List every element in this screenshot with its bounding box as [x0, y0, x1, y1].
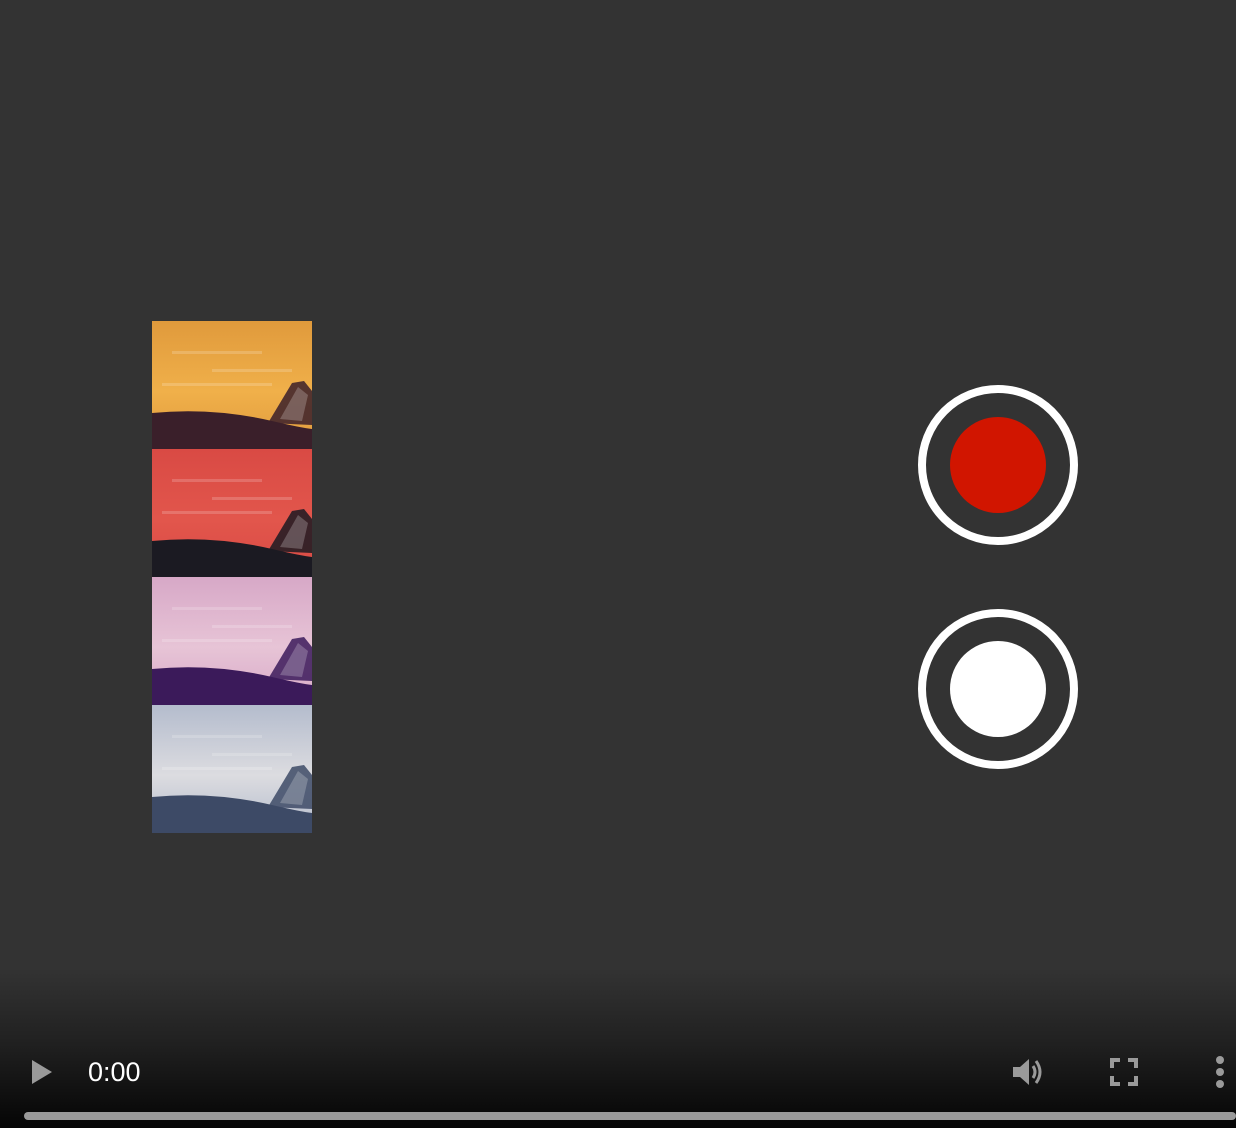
record-dot — [950, 417, 1046, 513]
capture-dot — [950, 641, 1046, 737]
landscape-image — [152, 705, 312, 833]
fullscreen-button[interactable] — [1104, 1052, 1144, 1092]
landscape-image — [152, 577, 312, 705]
record-button[interactable] — [918, 385, 1078, 545]
current-time: 0:00 — [88, 1057, 141, 1087]
more-options-button[interactable] — [1204, 1052, 1236, 1092]
filter-thumbnail-cool[interactable] — [152, 705, 312, 833]
video-player: 0:00 — [0, 0, 1236, 1128]
timeline-scrubber[interactable] — [24, 1112, 1236, 1120]
filter-strip — [152, 321, 312, 833]
filter-thumbnail-warm[interactable] — [152, 321, 312, 449]
filter-thumbnail-lavender[interactable] — [152, 577, 312, 705]
more-vert-icon — [1216, 1056, 1224, 1088]
volume-icon — [1013, 1059, 1042, 1085]
landscape-image — [152, 449, 312, 577]
volume-button[interactable] — [1008, 1052, 1048, 1092]
filter-thumbnail-red[interactable] — [152, 449, 312, 577]
capture-photo-button[interactable] — [918, 609, 1078, 769]
play-button[interactable] — [22, 1048, 62, 1096]
play-icon — [32, 1060, 52, 1084]
fullscreen-icon — [1110, 1058, 1138, 1086]
video-controls: 0:00 — [0, 968, 1236, 1128]
landscape-image — [152, 321, 312, 449]
